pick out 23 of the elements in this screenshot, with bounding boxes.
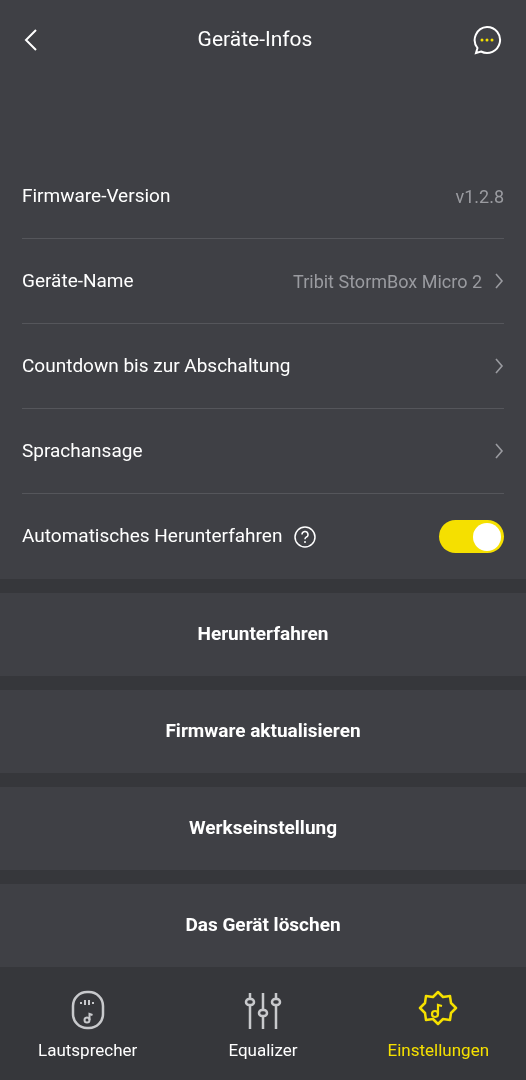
chevron-right-icon (494, 357, 504, 375)
setting-label: Firmware-Version (22, 182, 171, 209)
back-icon[interactable] (24, 28, 38, 52)
action-button[interactable]: Werkseinstellung (0, 787, 526, 870)
setting-label: Countdown bis zur Abschaltung (22, 352, 291, 379)
action-button[interactable]: Herunterfahren (0, 593, 526, 676)
setting-label: Sprachansage (22, 437, 143, 464)
nav-tab[interactable]: Equalizer (175, 989, 351, 1064)
setting-value: Tribit StormBox Micro 2 (293, 269, 482, 294)
help-icon[interactable] (294, 525, 317, 548)
setting-value: v1.2.8 (455, 184, 504, 209)
setting-label: Geräte-Name (22, 267, 134, 294)
setting-label: Automatisches Herunterfahren (22, 523, 283, 550)
nav-tab[interactable]: Einstellungen (350, 989, 526, 1064)
action-button[interactable]: Das Gerät löschen (0, 884, 526, 967)
action-button[interactable]: Firmware aktualisieren (0, 690, 526, 773)
speaker-icon (70, 989, 105, 1030)
chat-icon[interactable] (472, 25, 502, 55)
toggle-switch[interactable] (439, 520, 504, 553)
nav-tab[interactable]: Lautsprecher (0, 989, 176, 1064)
chevron-right-icon (494, 272, 504, 290)
page-title: Geräte-Infos (197, 26, 313, 54)
chevron-right-icon (494, 442, 504, 460)
